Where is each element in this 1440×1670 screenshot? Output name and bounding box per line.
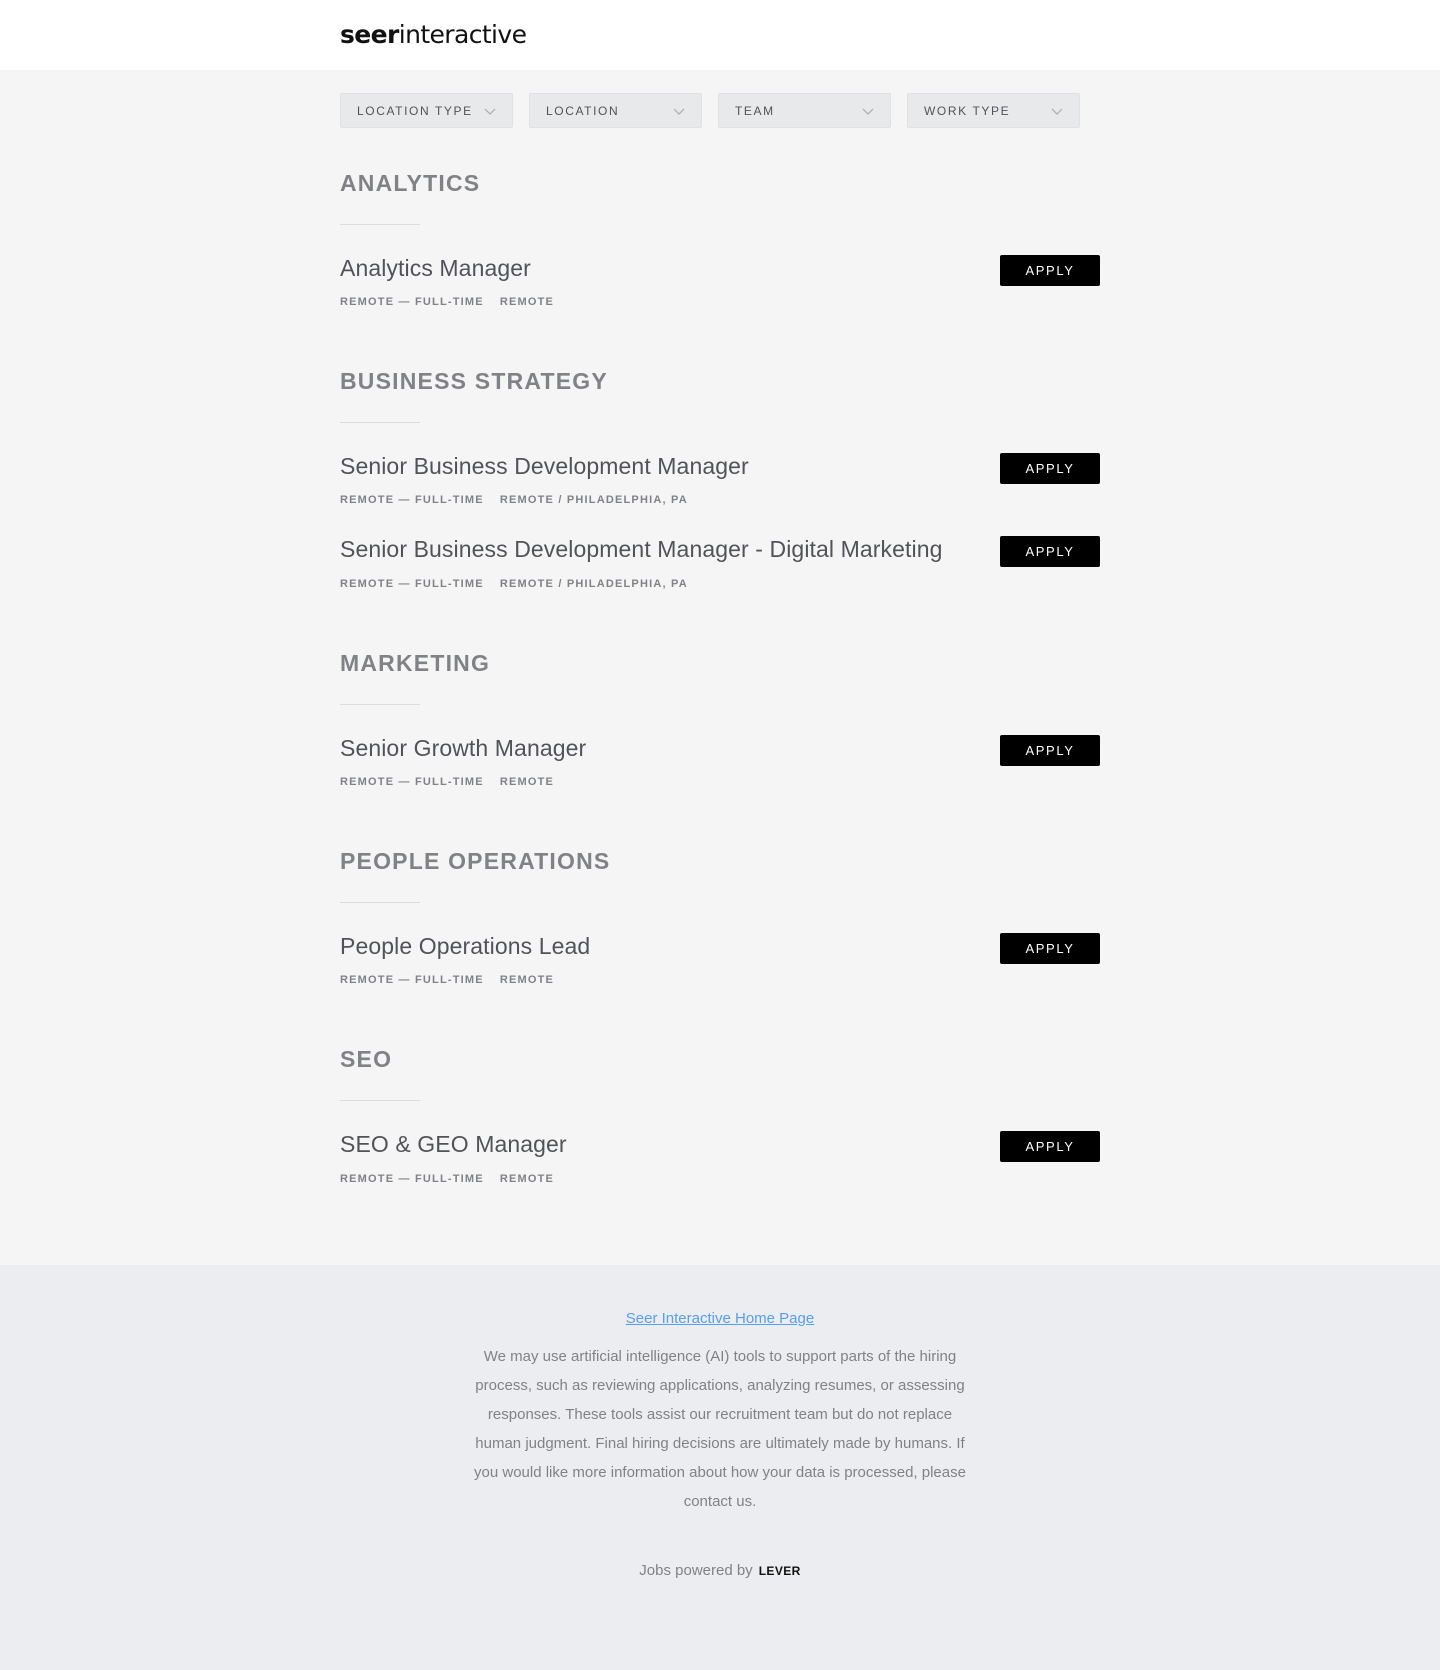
filter-team[interactable]: TEAM (718, 93, 891, 128)
postings-main: LOCATION TYPE LOCATION TEAM WORK TYPE AN… (0, 70, 1440, 1265)
group-title-business-strategy: BUSINESS STRATEGY (340, 368, 608, 394)
chevron-down-icon (862, 105, 874, 117)
filter-location-type[interactable]: LOCATION TYPE (340, 93, 513, 128)
filter-label: TEAM (735, 103, 775, 118)
filter-work-type[interactable]: WORK TYPE (907, 93, 1080, 128)
filter-bar: LOCATION TYPE LOCATION TEAM WORK TYPE (340, 93, 1080, 128)
group-title-people-operations: PEOPLE OPERATIONS (340, 848, 611, 874)
posting-location: REMOTE (499, 296, 555, 308)
group-divider (340, 224, 420, 225)
apply-button[interactable]: APPLY (1000, 255, 1100, 286)
posting-commitment: REMOTE — FULL-TIME (340, 1173, 484, 1185)
posting-title[interactable]: People Operations Lead (340, 933, 590, 960)
filter-label: LOCATION (546, 103, 620, 118)
posting-commitment: REMOTE — FULL-TIME (340, 578, 484, 590)
posting-meta: REMOTE — FULL-TIME REMOTE (340, 776, 554, 788)
posting-commitment: REMOTE — FULL-TIME (340, 296, 484, 308)
group-title-analytics: ANALYTICS (340, 170, 481, 196)
posting-location: REMOTE (499, 1173, 555, 1185)
group-divider (340, 902, 420, 903)
posting-location: REMOTE (499, 776, 555, 788)
filter-label: WORK TYPE (924, 103, 1011, 118)
company-logo[interactable]: seerinteractive (340, 20, 527, 49)
group-divider (340, 1100, 420, 1101)
posting-meta: REMOTE — FULL-TIME REMOTE / PHILADELPHIA,… (340, 578, 688, 590)
filter-label: LOCATION TYPE (357, 103, 473, 118)
site-footer: Seer Interactive Home Page We may use ar… (0, 1265, 1440, 1670)
posting-title[interactable]: Senior Growth Manager (340, 735, 586, 762)
filter-location[interactable]: LOCATION (529, 93, 702, 128)
site-header: seerinteractive (0, 0, 1440, 70)
chevron-down-icon (484, 105, 496, 117)
chevron-down-icon (673, 105, 685, 117)
lever-logo[interactable]: LEVER (759, 1564, 801, 1578)
apply-button[interactable]: APPLY (1000, 735, 1100, 766)
posting-meta: REMOTE — FULL-TIME REMOTE / PHILADELPHIA,… (340, 494, 688, 506)
group-divider (340, 704, 420, 705)
ai-notice-text: We may use artificial intelligence (AI) … (474, 1348, 966, 1510)
footer-home-link-row: Seer Interactive Home Page (0, 1310, 1440, 1327)
apply-button[interactable]: APPLY (1000, 933, 1100, 964)
group-title-seo: SEO (340, 1046, 393, 1072)
apply-button[interactable]: APPLY (1000, 536, 1100, 567)
posting-location: REMOTE / PHILADELPHIA, PA (499, 494, 688, 506)
powered-by-text: Jobs powered by (639, 1562, 753, 1579)
posting-title[interactable]: Senior Business Development Manager (340, 453, 749, 480)
apply-button[interactable]: APPLY (1000, 453, 1100, 484)
posting-meta: REMOTE — FULL-TIME REMOTE (340, 1173, 554, 1185)
posting-commitment: REMOTE — FULL-TIME (340, 974, 484, 986)
posting-commitment: REMOTE — FULL-TIME (340, 494, 484, 506)
powered-by: Jobs powered by LEVER (0, 1562, 1440, 1579)
group-divider (340, 422, 420, 423)
posting-meta: REMOTE — FULL-TIME REMOTE (340, 974, 554, 986)
posting-location: REMOTE / PHILADELPHIA, PA (499, 578, 688, 590)
group-title-marketing: MARKETING (340, 650, 491, 676)
posting-commitment: REMOTE — FULL-TIME (340, 776, 484, 788)
chevron-down-icon (1051, 105, 1063, 117)
posting-title[interactable]: Analytics Manager (340, 255, 531, 282)
posting-title[interactable]: Senior Business Development Manager - Di… (340, 536, 943, 563)
posting-location: REMOTE (499, 974, 555, 986)
apply-button[interactable]: APPLY (1000, 1131, 1100, 1162)
posting-title[interactable]: SEO & GEO Manager (340, 1131, 567, 1158)
posting-meta: REMOTE — FULL-TIME REMOTE (340, 296, 554, 308)
home-page-link[interactable]: Seer Interactive Home Page (626, 1310, 814, 1327)
